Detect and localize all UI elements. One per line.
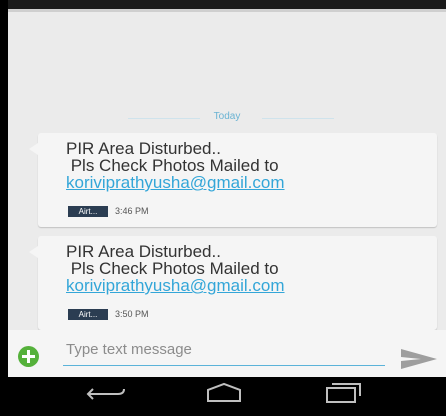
- add-attachment-button[interactable]: [18, 346, 39, 367]
- back-icon: [86, 388, 125, 400]
- email-link[interactable]: koriviprathyusha@gmail.com: [66, 277, 285, 295]
- date-divider-label: Today: [213, 111, 241, 122]
- action-bar-shadow: [8, 9, 446, 12]
- message-bubble[interactable]: PIR Area Disturbed.. Pls Check Photos Ma…: [29, 236, 437, 330]
- home-icon: [207, 382, 241, 402]
- action-bar: [8, 0, 446, 9]
- send-button[interactable]: [399, 347, 439, 371]
- recent-apps-icon: [326, 383, 361, 403]
- message-timestamp: 3:46 PM: [115, 206, 149, 216]
- compose-bar: [8, 330, 446, 377]
- recent-apps-button[interactable]: [313, 377, 373, 411]
- divider-line-right: [262, 118, 334, 119]
- date-divider: Today: [8, 110, 446, 126]
- messaging-screen: Today PIR Area Disturbed.. Pls Check Pho…: [8, 0, 446, 411]
- sim-badge: Airt...: [68, 309, 108, 320]
- input-underline: [63, 365, 385, 366]
- sim-badge: Airt...: [68, 206, 108, 217]
- system-nav-bar: [0, 377, 446, 411]
- home-button[interactable]: [194, 377, 254, 411]
- message-input[interactable]: [63, 338, 386, 360]
- message-timestamp: 3:50 PM: [115, 309, 149, 319]
- back-button[interactable]: [76, 377, 136, 411]
- email-link[interactable]: koriviprathyusha@gmail.com: [66, 174, 285, 192]
- send-icon: [401, 349, 437, 369]
- message-bubble[interactable]: PIR Area Disturbed.. Pls Check Photos Ma…: [29, 133, 437, 227]
